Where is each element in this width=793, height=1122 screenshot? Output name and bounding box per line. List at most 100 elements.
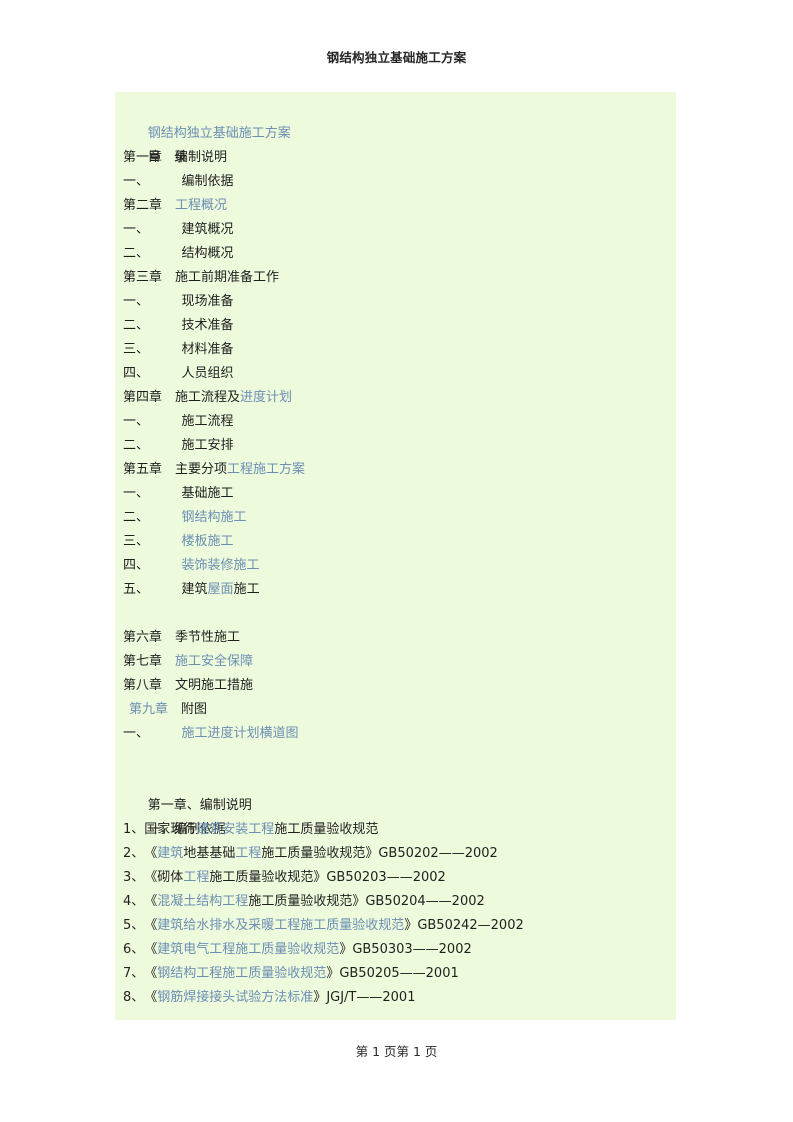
- toc-entry-label: 五、: [123, 582, 143, 597]
- toc-entry[interactable]: 五、 建筑屋面施工: [115, 578, 676, 602]
- toc-entry[interactable]: 第九章 附图: [115, 698, 676, 722]
- text-run: 》JGJ/T——2001: [313, 990, 416, 1005]
- text-run: 施工流程: [181, 414, 234, 429]
- text-run: 钢筋焊接接头试验方法标准: [157, 990, 314, 1005]
- toc-entry[interactable]: 第八章 文明施工措施: [115, 674, 676, 698]
- toc-entry-text: 楼板施工: [182, 534, 234, 549]
- toc-entry[interactable]: 二、 技术准备: [115, 314, 676, 338]
- text-run: 国家现行: [144, 822, 197, 837]
- toc-entry-label: 一、: [123, 222, 143, 237]
- toc-entry-text: 现场准备: [182, 294, 234, 309]
- toc-entry[interactable]: 一、 现场准备: [115, 290, 676, 314]
- toc-leader-space: [143, 366, 182, 381]
- toc-entry[interactable]: 一、 施工流程: [115, 410, 676, 434]
- standard-item-text: 《混凝土结构工程施工质量验收规范》GB50204——2002: [151, 894, 485, 909]
- toc-leader-space: [143, 726, 182, 741]
- standard-item-number: 4、: [123, 894, 151, 909]
- standard-item: 1、国家现行建筑安装工程施工质量验收规范: [115, 818, 676, 842]
- text-run: 建筑电气工程施工质量验收规范: [157, 942, 340, 957]
- text-run: 施工质量验收规范: [261, 846, 366, 861]
- toc-entry[interactable]: 二、 施工安排: [115, 434, 676, 458]
- toc-gap: [115, 602, 676, 626]
- standard-item-number: 7、: [123, 966, 151, 981]
- toc-entry[interactable]: 一、 施工进度计划横道图: [115, 722, 676, 746]
- toc-entry[interactable]: 第六章 季节性施工: [115, 626, 676, 650]
- text-run: 工程施工方案: [227, 462, 306, 477]
- toc-entry[interactable]: 第三章 施工前期准备工作: [115, 266, 676, 290]
- text-run: 编制依据: [181, 174, 234, 189]
- text-run: 结构概况: [181, 246, 234, 261]
- standard-item-text: 《建筑地基基础工程施工质量验收规范》GB50202——2002: [151, 846, 498, 861]
- text-run: 季节性施工: [175, 630, 241, 645]
- toc-entry[interactable]: 二、 结构概况: [115, 242, 676, 266]
- toc-entry-text: 施工流程及进度计划: [175, 390, 292, 405]
- toc-entry-text: 工程概况: [175, 198, 227, 213]
- standard-item-text: 国家现行建筑安装工程施工质量验收规范: [144, 822, 378, 837]
- toc-entry-label: 一、: [123, 174, 143, 189]
- standard-item-text: 《钢结构工程施工质量验收规范》GB50205——2001: [151, 966, 459, 981]
- toc-entry[interactable]: 一、 基础施工: [115, 482, 676, 506]
- text-run: 工程: [183, 870, 210, 885]
- standard-item-text: 《建筑给水排水及采暖工程施工质量验收规范》GB50242—2002: [151, 918, 524, 933]
- standard-item-number: 1、: [123, 822, 145, 837]
- text-run: 施工前期准备工作: [175, 270, 280, 285]
- toc-entry-text: 编制说明: [175, 150, 227, 165]
- toc-entry[interactable]: 四、 装饰装修施工: [115, 554, 676, 578]
- toc-leader-space: [143, 222, 182, 237]
- toc-entry[interactable]: 一、 编制依据: [115, 170, 676, 194]
- toc-entry-text: 装饰装修施工: [182, 558, 260, 573]
- document-title-text: 钢结构独立基础施工方案: [147, 126, 291, 141]
- chapter-one-heading: 第一章、编制说明: [115, 770, 676, 813]
- text-run: 现场准备: [181, 294, 234, 309]
- toc-entry-text: 结构概况: [182, 246, 234, 261]
- toc-entry-label: 一、: [123, 726, 143, 741]
- toc-leader-space: [162, 654, 175, 669]
- text-run: 》GB50204——2002: [352, 894, 485, 909]
- text-run: 》GB50203——2002: [313, 870, 446, 885]
- toc-entry-label: 第八章: [123, 678, 163, 693]
- toc-entry-text: 主要分项工程施工方案: [175, 462, 305, 477]
- toc-entry-text: 钢结构施工: [182, 510, 247, 525]
- text-run: 工程: [235, 846, 262, 861]
- toc-entry[interactable]: 四、 人员组织: [115, 362, 676, 386]
- toc-entry[interactable]: 第一章 编制说明: [115, 146, 676, 170]
- text-run: 材料准备: [181, 342, 234, 357]
- text-run: 屋面: [207, 582, 234, 597]
- text-run: 混凝土结构工程: [157, 894, 249, 909]
- standard-item-text: 《建筑电气工程施工质量验收规范》GB50303——2002: [151, 942, 472, 957]
- text-run: 建筑: [157, 846, 184, 861]
- toc-entry-text: 施工安全保障: [175, 654, 253, 669]
- toc-entry[interactable]: 第五章 主要分项工程施工方案: [115, 458, 676, 482]
- standard-item-text: 《钢筋焊接接头试验方法标准》JGJ/T——2001: [151, 990, 416, 1005]
- toc-entry-label: 第五章: [123, 462, 163, 477]
- toc-entry[interactable]: 第四章 施工流程及进度计划: [115, 386, 676, 410]
- toc-leader-space: [143, 174, 182, 189]
- toc-entry-text: 材料准备: [182, 342, 234, 357]
- text-run: 施工质量验收规范: [248, 894, 353, 909]
- toc-entry[interactable]: 三、 楼板施工: [115, 530, 676, 554]
- toc-entry-label: 二、: [123, 438, 143, 453]
- toc-entry-text: 施工前期准备工作: [175, 270, 279, 285]
- text-run: 》GB50202——2002: [365, 846, 498, 861]
- toc-leader-space: [162, 198, 175, 213]
- toc-entry-label: 四、: [123, 366, 143, 381]
- text-run: 技术准备: [181, 318, 234, 333]
- toc-entry-label: 二、: [123, 510, 143, 525]
- toc-leader-space: [143, 246, 182, 261]
- toc-leader-space: [162, 270, 175, 285]
- toc-entry[interactable]: 三、 材料准备: [115, 338, 676, 362]
- toc-entry-label: 三、: [123, 534, 143, 549]
- toc-leader-space: [143, 414, 182, 429]
- toc-entry-text: 人员组织: [182, 366, 234, 381]
- toc-entry[interactable]: 二、 钢结构施工: [115, 506, 676, 530]
- toc-entry[interactable]: 第二章 工程概况: [115, 194, 676, 218]
- toc-entry-text: 施工进度计划横道图: [182, 726, 299, 741]
- toc-entry[interactable]: 一、 建筑概况: [115, 218, 676, 242]
- text-run: 楼板施工: [181, 534, 234, 549]
- text-run: 》GB50242—2002: [404, 918, 524, 933]
- text-run: 工程概况: [175, 198, 228, 213]
- toc-entry[interactable]: 第七章 施工安全保障: [115, 650, 676, 674]
- toc-entry-text: 建筑屋面施工: [182, 582, 260, 597]
- toc-entry-text: 建筑概况: [182, 222, 234, 237]
- text-run: 施工进度计划横道图: [181, 726, 299, 741]
